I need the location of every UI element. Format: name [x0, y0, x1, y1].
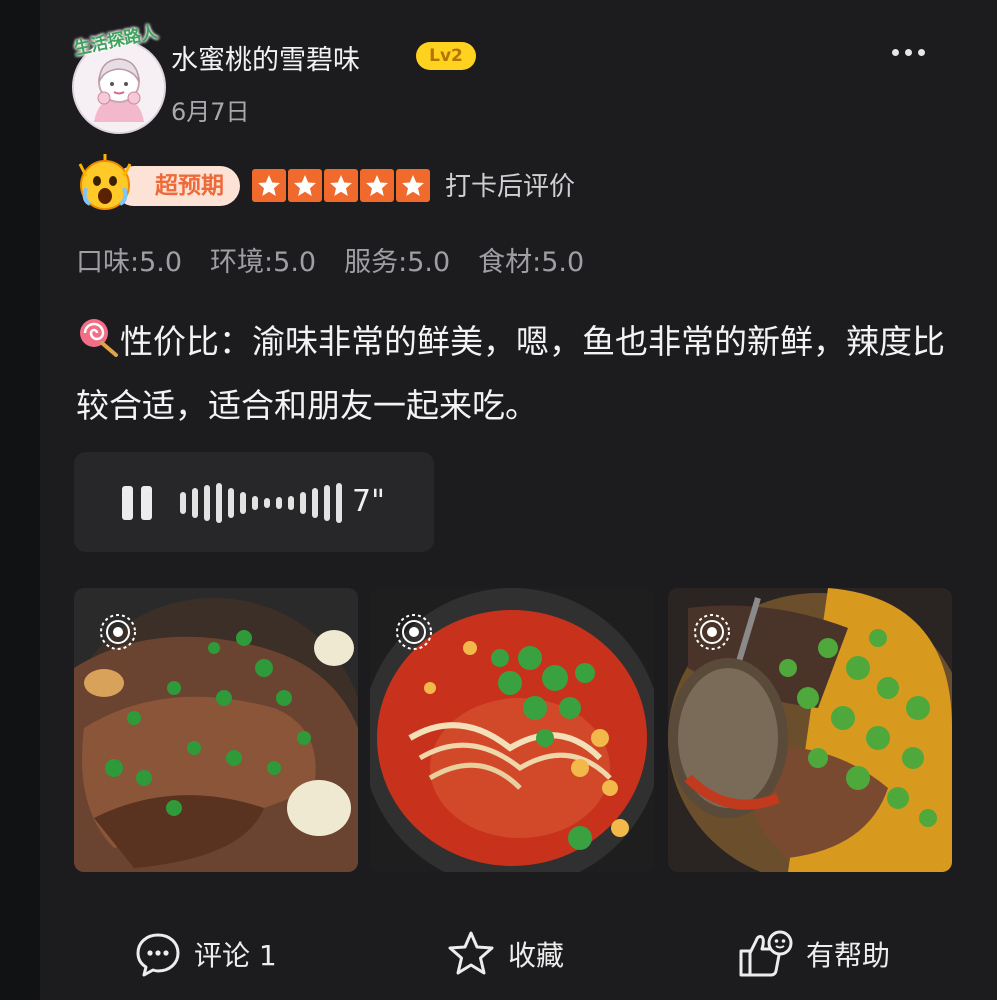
checkin-label: 打卡后评价 — [445, 172, 576, 202]
waveform-bar — [192, 488, 198, 518]
live-photo-icon — [98, 612, 138, 652]
favorite-button[interactable]: 收藏 — [446, 926, 564, 982]
score-taste: 口味:5.0 — [76, 247, 183, 278]
star-icon — [288, 169, 322, 202]
more-dots-icon[interactable] — [892, 40, 932, 64]
star-rating — [252, 169, 430, 202]
review-text: 性价比：渝味非常的鲜美，嗯，鱼也非常的新鲜，辣度比较合适，适合和朋友一起来吃。 — [76, 322, 945, 425]
waveform-bar — [288, 496, 294, 510]
comment-label: 评论 1 — [194, 939, 277, 972]
lollipop-icon — [76, 314, 120, 357]
audio-waveform — [180, 483, 342, 523]
surprised-face-icon — [76, 154, 134, 212]
star-icon — [448, 931, 494, 975]
waveform-bar — [276, 497, 282, 509]
post-date: 6月7日 — [171, 98, 250, 126]
star-icon — [360, 169, 394, 202]
voice-duration: 7" — [352, 484, 385, 519]
score-list: 口味:5.0 环境:5.0 服务:5.0 食材:5.0 — [76, 240, 584, 279]
username[interactable]: 水蜜桃的雪碧味 — [171, 38, 360, 77]
waveform-bar — [216, 483, 222, 523]
waveform-bar — [264, 498, 270, 508]
waveform-bar — [300, 492, 306, 514]
star-icon — [324, 169, 358, 202]
helpful-button[interactable]: 有帮助 — [738, 926, 890, 982]
favorite-label: 收藏 — [508, 939, 565, 972]
score-ingredients: 食材:5.0 — [478, 247, 585, 278]
waveform-bar — [204, 485, 210, 521]
waveform-bar — [240, 492, 246, 514]
helpful-label: 有帮助 — [806, 939, 891, 972]
comment-button[interactable]: 评论 1 — [134, 926, 277, 982]
waveform-bar — [180, 492, 186, 514]
waveform-bar — [312, 488, 318, 518]
waveform-bar — [336, 483, 342, 523]
waveform-bar — [324, 485, 330, 521]
thumbs-up-face-icon — [739, 930, 793, 977]
waveform-bar — [252, 496, 258, 510]
score-service: 服务:5.0 — [344, 247, 451, 278]
level-badge: Lv2 — [416, 42, 476, 70]
star-icon — [396, 169, 430, 202]
waveform-bar — [228, 488, 234, 518]
pause-icon[interactable] — [122, 486, 152, 520]
comment-icon — [136, 933, 180, 977]
review-text-block: 性价比：渝味非常的鲜美，嗯，鱼也非常的新鲜，辣度比较合适，适合和朋友一起来吃。 — [76, 310, 946, 438]
star-icon — [252, 169, 286, 202]
live-photo-icon — [692, 612, 732, 652]
live-photo-icon — [394, 612, 434, 652]
score-environment: 环境:5.0 — [210, 247, 317, 278]
